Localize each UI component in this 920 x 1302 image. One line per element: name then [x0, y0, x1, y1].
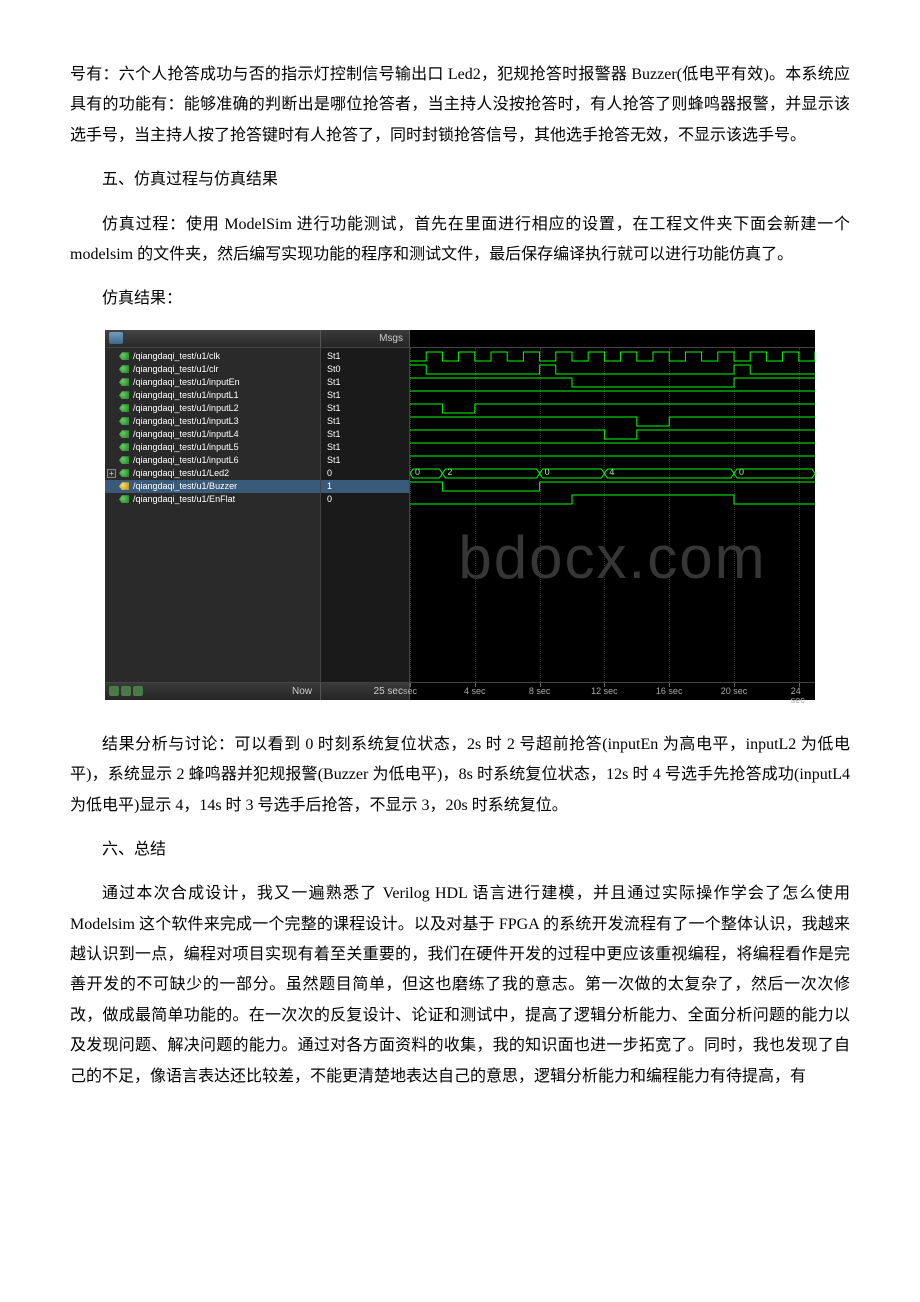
- signal-row[interactable]: /qiangdaqi_test/u1/clr: [105, 363, 320, 376]
- waveform-wave-header: [410, 330, 815, 347]
- signal-value: St1: [321, 428, 409, 441]
- signal-value-panel: St1St0St1St1St1St1St1St1St1010: [320, 348, 410, 682]
- signal-icon: [119, 482, 129, 490]
- signal-name: /qiangdaqi_test/u1/Buzzer: [133, 480, 237, 493]
- time-tick-label: 8 sec: [529, 687, 551, 696]
- footer-tool-icons[interactable]: [109, 686, 143, 696]
- signal-row[interactable]: /qiangdaqi_test/u1/clk: [105, 350, 320, 363]
- signal-name-panel: /qiangdaqi_test/u1/clk/qiangdaqi_test/u1…: [105, 348, 320, 682]
- signal-value: 0: [321, 493, 409, 506]
- signal-row[interactable]: /qiangdaqi_test/u1/inputL3: [105, 415, 320, 428]
- signal-value: 0: [321, 467, 409, 480]
- signal-name: /qiangdaqi_test/u1/inputL3: [133, 415, 239, 428]
- signal-name: /qiangdaqi_test/u1/clr: [133, 363, 219, 376]
- heading-5: 五、仿真过程与仿真结果: [70, 165, 850, 195]
- signal-name: /qiangdaqi_test/u1/EnFlat: [133, 493, 235, 506]
- time-tick-label: 16 sec: [656, 687, 683, 696]
- signal-name: /qiangdaqi_test/u1/Led2: [133, 467, 229, 480]
- time-tick-label: 24 sec: [791, 687, 807, 705]
- signal-row[interactable]: /qiangdaqi_test/u1/EnFlat: [105, 493, 320, 506]
- signal-value: St0: [321, 363, 409, 376]
- wave-row: 02040: [410, 467, 815, 480]
- signal-icon: [119, 495, 129, 503]
- signal-icon: [119, 430, 129, 438]
- paragraph-3: 仿真结果：: [70, 284, 850, 314]
- time-axis: sec4 sec8 sec12 sec16 sec20 sec24 sec: [410, 683, 815, 700]
- heading-6: 六、总结: [70, 835, 850, 865]
- paragraph-5: 通过本次合成设计，我又一遍熟悉了 Verilog HDL 语言进行建模，并且通过…: [70, 879, 850, 1092]
- time-tick-label: 12 sec: [591, 687, 618, 696]
- time-tick-label: sec: [403, 687, 417, 696]
- wave-row: [410, 428, 815, 441]
- signal-name: /qiangdaqi_test/u1/inputL4: [133, 428, 239, 441]
- signal-name: /qiangdaqi_test/u1/inputL1: [133, 389, 239, 402]
- signal-row[interactable]: /qiangdaqi_test/u1/inputL5: [105, 441, 320, 454]
- wave-row: [410, 415, 815, 428]
- signal-icon: [119, 404, 129, 412]
- signal-name: /qiangdaqi_test/u1/inputL5: [133, 441, 239, 454]
- paragraph-1: 号有：六个人抢答成功与否的指示灯控制信号输出口 Led2，犯规抢答时报警器 Bu…: [70, 60, 850, 151]
- waveform-msgs-header: Msgs: [320, 330, 410, 347]
- signal-icon: [119, 352, 129, 360]
- signal-value: St1: [321, 454, 409, 467]
- signal-value: St1: [321, 415, 409, 428]
- time-tick-label: 20 sec: [721, 687, 748, 696]
- wave-row: [410, 454, 815, 467]
- time-tick-label: 4 sec: [464, 687, 486, 696]
- wave-row: [410, 402, 815, 415]
- signal-icon: [119, 378, 129, 386]
- now-label-cell: Now: [105, 683, 320, 700]
- signal-icon: [119, 469, 129, 477]
- signal-row[interactable]: /qiangdaqi_test/u1/inputL2: [105, 402, 320, 415]
- signal-name: /qiangdaqi_test/u1/inputEn: [133, 376, 240, 389]
- paragraph-2: 仿真过程：使用 ModelSim 进行功能测试，首先在里面进行相应的设置，在工程…: [70, 210, 850, 271]
- signal-row[interactable]: /qiangdaqi_test/u1/inputL6: [105, 454, 320, 467]
- signal-icon: [119, 391, 129, 399]
- wave-row: [410, 376, 815, 389]
- signal-value: 1: [321, 480, 409, 493]
- signal-icon: [119, 456, 129, 464]
- signal-value: St1: [321, 402, 409, 415]
- signal-name: /qiangdaqi_test/u1/clk: [133, 350, 220, 363]
- signal-value: St1: [321, 389, 409, 402]
- wave-row: [410, 350, 815, 363]
- wave-row: [410, 389, 815, 402]
- signal-name: /qiangdaqi_test/u1/inputL2: [133, 402, 239, 415]
- signal-row[interactable]: /qiangdaqi_test/u1/inputL1: [105, 389, 320, 402]
- wave-row: [410, 363, 815, 376]
- signal-value: St1: [321, 350, 409, 363]
- signal-icon: [119, 443, 129, 451]
- waveform-name-header: [105, 330, 320, 347]
- wave-panel[interactable]: bdocx.com 02040: [410, 348, 815, 682]
- expand-icon[interactable]: [107, 469, 116, 478]
- now-value-cell: 25 sec: [320, 683, 410, 700]
- signal-icon: [119, 417, 129, 425]
- signal-row[interactable]: /qiangdaqi_test/u1/inputEn: [105, 376, 320, 389]
- wave-row: [410, 480, 815, 493]
- signal-row[interactable]: /qiangdaqi_test/u1/Buzzer: [105, 480, 320, 493]
- modelsim-waveform: Msgs /qiangdaqi_test/u1/clk/qiangdaqi_te…: [105, 330, 815, 700]
- signal-row[interactable]: /qiangdaqi_test/u1/inputL4: [105, 428, 320, 441]
- signal-icon: [119, 365, 129, 373]
- wave-menu-icon[interactable]: [109, 332, 123, 344]
- paragraph-4: 结果分析与讨论：可以看到 0 时刻系统复位状态，2s 时 2 号超前抢答(inp…: [70, 730, 850, 821]
- signal-value: St1: [321, 376, 409, 389]
- signal-name: /qiangdaqi_test/u1/inputL6: [133, 454, 239, 467]
- wave-row: [410, 493, 815, 506]
- wave-row: [410, 441, 815, 454]
- signal-row[interactable]: /qiangdaqi_test/u1/Led2: [105, 467, 320, 480]
- now-label: Now: [292, 686, 312, 697]
- signal-value: St1: [321, 441, 409, 454]
- watermark: bdocx.com: [458, 528, 766, 588]
